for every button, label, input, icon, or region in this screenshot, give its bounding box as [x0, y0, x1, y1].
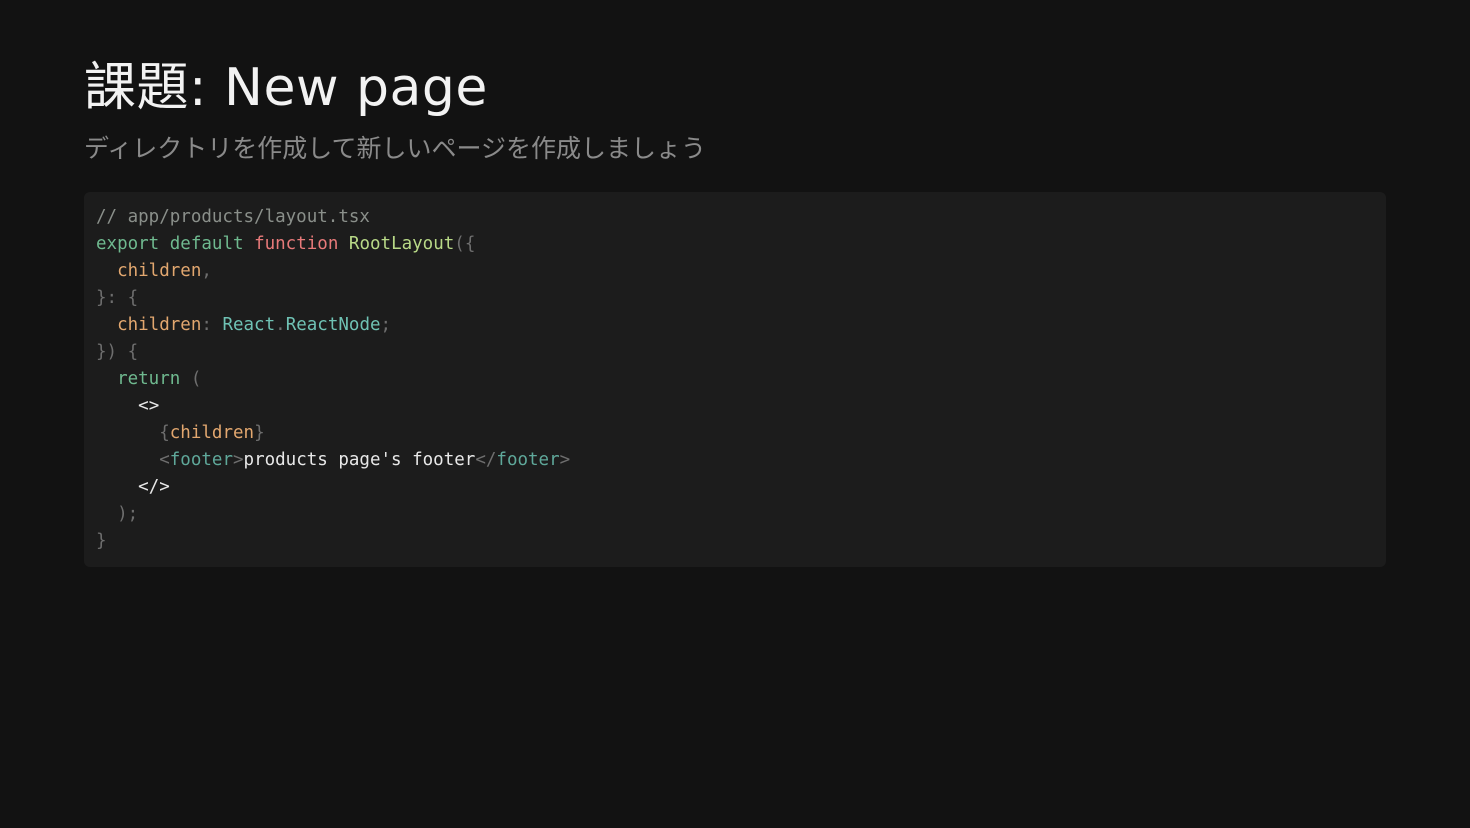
code-line: export default function RootLayout({	[96, 231, 1374, 258]
code-token: children	[169, 423, 255, 443]
slide-subtitle: ディレクトリを作成して新しいページを作成しましょう	[84, 134, 707, 163]
code-line: children,	[96, 258, 1374, 285]
code-token: >	[232, 450, 244, 470]
code-token: ReactNode	[285, 315, 381, 335]
code-block: // app/products/layout.tsx export default…	[84, 192, 1386, 567]
code-token: </	[475, 450, 497, 470]
code-line: return (	[96, 366, 1374, 393]
code-token: products page's footer	[243, 450, 476, 470]
code-token: {	[96, 423, 170, 443]
code-token: .	[275, 315, 286, 335]
code-token: return	[117, 369, 181, 389]
code-token: }	[254, 423, 265, 443]
code-line: // app/products/layout.tsx	[96, 204, 1374, 231]
code-token: children	[117, 261, 202, 281]
code-token: export	[96, 234, 160, 254]
code-line: }	[96, 528, 1374, 555]
code-token: </>	[138, 477, 170, 497]
code-lines: // app/products/layout.tsx export default…	[96, 204, 1374, 555]
code-token: :	[201, 315, 223, 335]
code-token: }	[96, 531, 107, 551]
code-token: React	[222, 315, 276, 335]
code-token: (	[180, 369, 202, 389]
slide: 課題: New page ディレクトリを作成して新しいページを作成しましょう /…	[0, 0, 1470, 828]
code-token: );	[96, 504, 139, 524]
code-line: }: {	[96, 285, 1374, 312]
code-token: >	[559, 450, 571, 470]
code-line: {children}	[96, 420, 1374, 447]
code-token: footer	[496, 450, 560, 470]
code-token: RootLayout	[348, 234, 455, 254]
slide-title: 課題: New page	[84, 58, 488, 118]
code-token: ({	[454, 234, 476, 254]
code-token: }) {	[96, 342, 139, 362]
code-line: );	[96, 501, 1374, 528]
code-line: children: React.ReactNode;	[96, 312, 1374, 339]
code-token: }: {	[96, 288, 139, 308]
code-line: }) {	[96, 339, 1374, 366]
code-token: ;	[380, 315, 392, 335]
code-line: <footer>products page's footer</footer>	[96, 447, 1374, 474]
code-token: ,	[201, 261, 212, 281]
code-line: <>	[96, 393, 1374, 420]
code-token: children	[117, 315, 202, 335]
code-token: <>	[138, 396, 160, 416]
code-token: // app/products/layout.tsx	[96, 207, 370, 227]
code-token: <	[96, 450, 170, 470]
code-token: footer	[169, 450, 233, 470]
code-token: function	[254, 234, 339, 254]
code-line: </>	[96, 474, 1374, 501]
code-token: default	[169, 234, 244, 254]
